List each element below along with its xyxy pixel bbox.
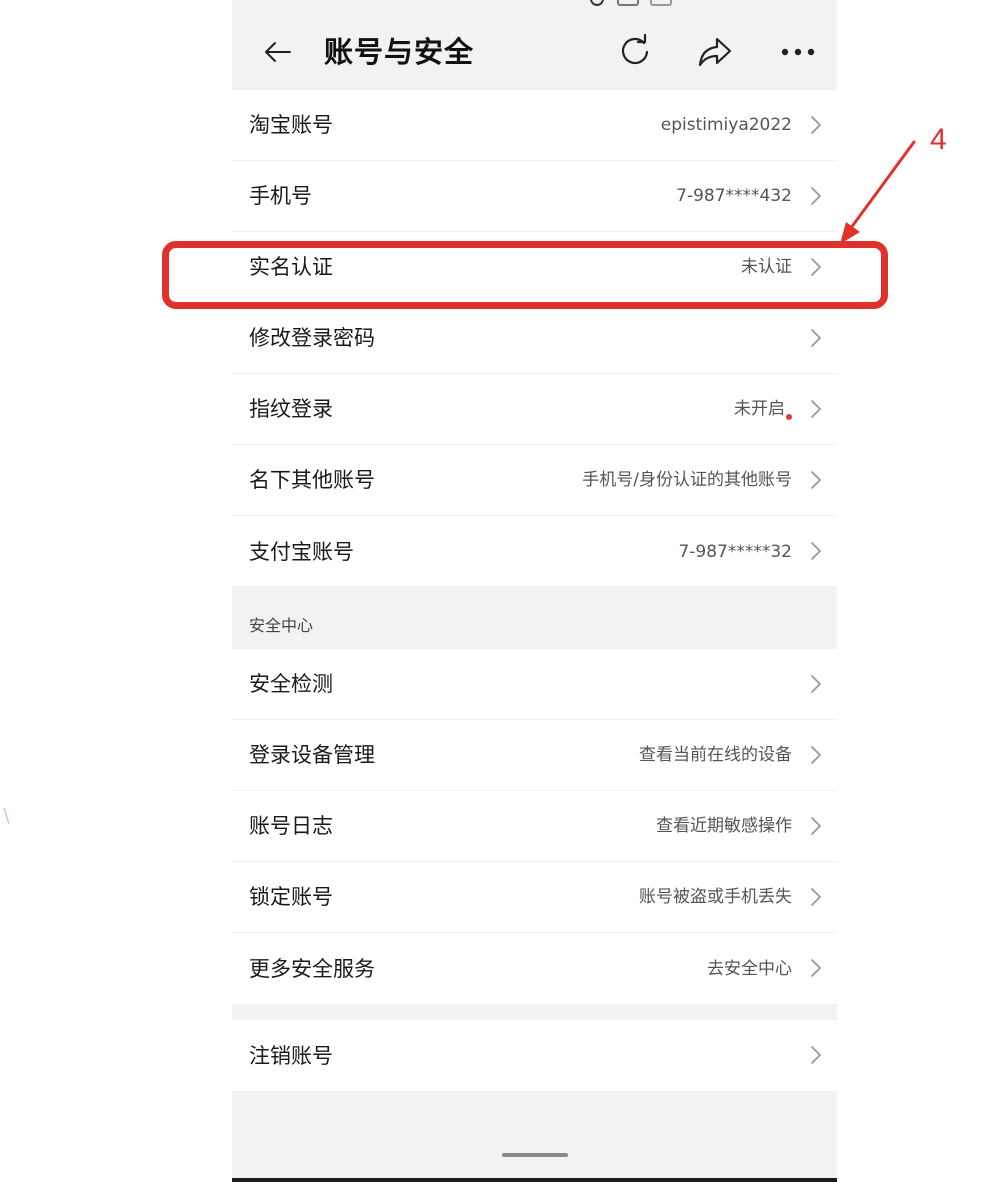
chevron-right-icon bbox=[811, 187, 821, 205]
chevron-right-icon bbox=[811, 817, 821, 835]
refresh-icon bbox=[621, 34, 649, 65]
row-value: epistimiya2022 bbox=[660, 115, 792, 135]
row-label: 名下其他账号 bbox=[249, 468, 375, 492]
annotation-number: 4 bbox=[930, 123, 947, 156]
row-phone-number[interactable]: 手机号 7-987****432 bbox=[232, 161, 837, 232]
more-button[interactable] bbox=[775, 32, 821, 72]
row-value: 查看当前在线的设备 bbox=[639, 745, 792, 765]
phone-screen: 账号与安全 淘宝账号 epistimiya2022 手机号 7-987****4… bbox=[232, 0, 837, 1182]
row-label: 手机号 bbox=[249, 184, 312, 208]
row-label: 安全检测 bbox=[249, 672, 333, 696]
row-label: 淘宝账号 bbox=[249, 113, 333, 137]
row-label: 支付宝账号 bbox=[249, 539, 354, 564]
chevron-right-icon bbox=[811, 116, 821, 134]
row-taobao-account[interactable]: 淘宝账号 epistimiya2022 bbox=[232, 90, 837, 161]
chevron-right-icon bbox=[811, 471, 821, 489]
row-account-log[interactable]: 账号日志 查看近期敏感操作 bbox=[232, 791, 837, 862]
cancel-account-group: 注销账号 bbox=[232, 1020, 837, 1091]
row-more-security-services[interactable]: 更多安全服务 去安全中心 bbox=[232, 933, 837, 1004]
chevron-right-icon bbox=[811, 542, 821, 560]
row-alipay-account[interactable]: 支付宝账号 7-987*****32 bbox=[232, 516, 837, 587]
section-title: 安全中心 bbox=[249, 616, 314, 635]
notification-dot bbox=[786, 414, 792, 420]
row-value: 查看近期敏感操作 bbox=[656, 816, 792, 836]
chevron-right-icon bbox=[811, 258, 821, 276]
chevron-right-icon bbox=[811, 959, 821, 977]
row-cancel-account[interactable]: 注销账号 bbox=[232, 1020, 837, 1091]
chevron-right-icon bbox=[811, 400, 821, 418]
row-lock-account[interactable]: 锁定账号 账号被盗或手机丢失 bbox=[232, 862, 837, 933]
security-center-group: 安全检测 登录设备管理 查看当前在线的设备 账号日志 查看近期敏感操作 锁定账号… bbox=[232, 649, 837, 1004]
row-real-name-verification[interactable]: 实名认证 未认证 bbox=[232, 232, 837, 303]
status-icon bbox=[617, 0, 639, 6]
navigation-bar: 账号与安全 bbox=[232, 14, 837, 90]
section-header: 安全中心 bbox=[232, 586, 837, 649]
row-value: 7-987****432 bbox=[676, 186, 792, 206]
row-other-accounts[interactable]: 名下其他账号 手机号/身份认证的其他账号 bbox=[232, 445, 837, 516]
row-value: 7-987*****32 bbox=[678, 541, 792, 562]
chevron-right-icon bbox=[811, 1046, 821, 1064]
share-icon bbox=[698, 37, 732, 67]
status-icon bbox=[590, 0, 604, 6]
back-arrow-icon bbox=[265, 42, 291, 62]
row-security-check[interactable]: 安全检测 bbox=[232, 649, 837, 720]
row-label: 指纹登录 bbox=[249, 397, 333, 421]
refresh-button[interactable] bbox=[615, 32, 655, 72]
row-value: 未开启 bbox=[734, 399, 785, 419]
account-settings-group: 淘宝账号 epistimiya2022 手机号 7-987****432 实名认… bbox=[232, 90, 837, 587]
row-label: 账号日志 bbox=[249, 814, 333, 838]
row-value-wrap: 未开启 bbox=[734, 396, 792, 422]
home-indicator[interactable] bbox=[502, 1153, 568, 1157]
row-label: 锁定账号 bbox=[249, 885, 333, 909]
chevron-right-icon bbox=[811, 329, 821, 347]
share-button[interactable] bbox=[695, 32, 735, 72]
row-value: 账号被盗或手机丢失 bbox=[639, 887, 792, 907]
row-value: 去安全中心 bbox=[707, 958, 792, 979]
stray-pen-mark bbox=[3, 807, 10, 825]
row-label: 注销账号 bbox=[249, 1043, 333, 1068]
row-value: 手机号/身份认证的其他账号 bbox=[582, 470, 792, 490]
row-value: 未认证 bbox=[741, 257, 792, 277]
chevron-right-icon bbox=[811, 746, 821, 764]
back-button[interactable] bbox=[258, 32, 298, 72]
row-change-login-password[interactable]: 修改登录密码 bbox=[232, 303, 837, 374]
chevron-right-icon bbox=[811, 675, 821, 693]
row-label: 实名认证 bbox=[249, 255, 333, 279]
status-icon bbox=[650, 0, 672, 6]
chevron-right-icon bbox=[811, 888, 821, 906]
more-dots-icon bbox=[781, 48, 815, 56]
bottom-edge bbox=[232, 1178, 837, 1182]
page-title: 账号与安全 bbox=[324, 35, 475, 69]
row-fingerprint-login[interactable]: 指纹登录 未开启 bbox=[232, 374, 837, 445]
row-login-device-management[interactable]: 登录设备管理 查看当前在线的设备 bbox=[232, 720, 837, 791]
row-label: 更多安全服务 bbox=[249, 956, 375, 981]
status-bar bbox=[232, 0, 837, 14]
row-label: 登录设备管理 bbox=[249, 743, 375, 767]
row-label: 修改登录密码 bbox=[249, 326, 375, 350]
